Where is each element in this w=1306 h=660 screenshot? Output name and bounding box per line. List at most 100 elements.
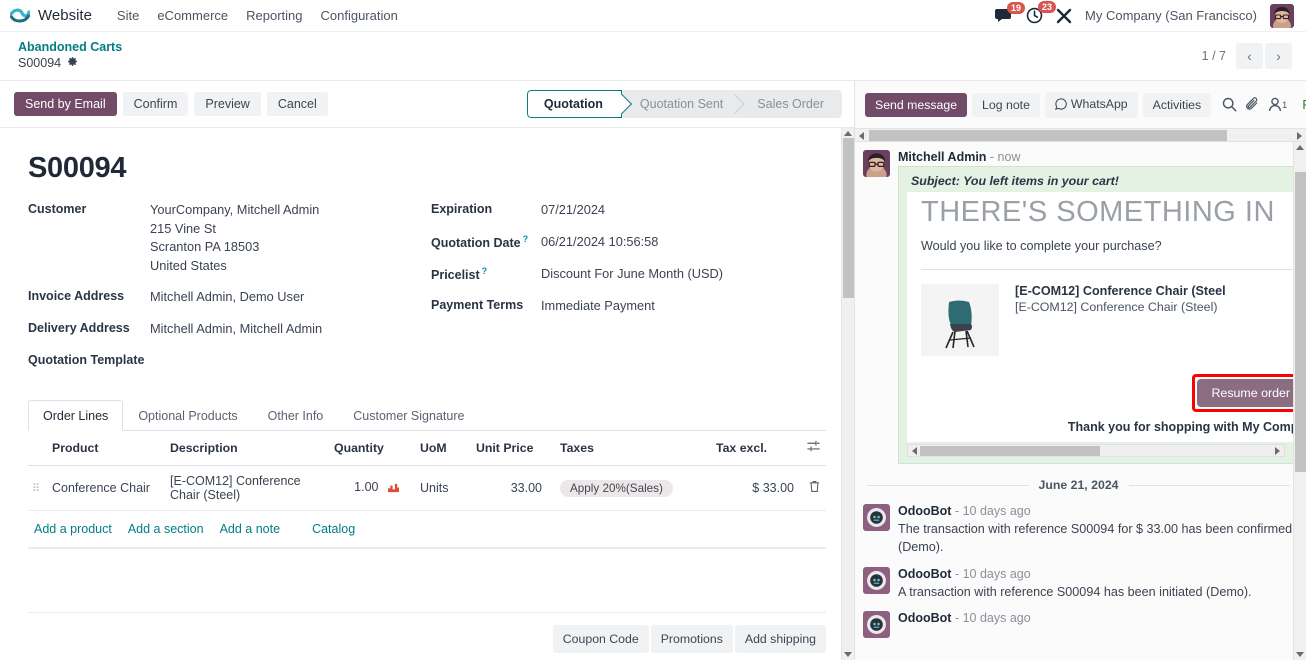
scrollbar-thumb[interactable]: [1295, 172, 1306, 472]
nav-item-ecommerce[interactable]: eCommerce: [148, 4, 237, 27]
tax-badge[interactable]: Apply 20%(Sales): [560, 479, 673, 497]
resume-order-button[interactable]: Resume order: [1197, 379, 1293, 407]
email-inner-scrollbar[interactable]: [907, 444, 1285, 457]
brand-name[interactable]: Website: [38, 7, 92, 24]
whatsapp-button[interactable]: WhatsApp: [1044, 91, 1138, 118]
scroll-left-arrow-icon[interactable]: [912, 447, 917, 455]
add-a-product-link[interactable]: Add a product: [34, 522, 112, 536]
user-avatar[interactable]: [1270, 3, 1294, 28]
forecast-chart-icon[interactable]: [387, 482, 400, 496]
scroll-up-arrow-icon[interactable]: [1296, 145, 1304, 150]
pager-next-button[interactable]: ›: [1265, 43, 1292, 69]
column-unit-price[interactable]: Unit Price: [470, 431, 548, 467]
field-delivery-address: Delivery Address Mitchell Admin, Mitchel…: [28, 320, 427, 339]
search-icon[interactable]: [1222, 97, 1237, 112]
send-by-email-button[interactable]: Send by Email: [14, 92, 117, 116]
cancel-button[interactable]: Cancel: [266, 92, 328, 116]
column-product[interactable]: Product: [46, 431, 164, 467]
help-tooltip-icon[interactable]: ?: [482, 266, 488, 276]
log-note-button[interactable]: Log note: [972, 92, 1040, 117]
message-author[interactable]: OdooBot: [898, 567, 951, 581]
company-selector[interactable]: My Company (San Francisco): [1085, 8, 1257, 23]
avatar[interactable]: [863, 610, 890, 638]
cell-description[interactable]: [E-COM12] Conference Chair (Steel): [164, 465, 328, 512]
message-author[interactable]: Mitchell Admin: [898, 150, 986, 164]
add-a-section-link[interactable]: Add a section: [128, 522, 204, 536]
preview-button[interactable]: Preview: [194, 92, 261, 116]
paperclip-icon[interactable]: [1245, 97, 1260, 112]
pager-previous-button[interactable]: ‹: [1236, 43, 1263, 69]
promotions-button[interactable]: Promotions: [650, 625, 733, 654]
row-drag-handle[interactable]: ⠿: [28, 465, 46, 512]
field-value-payment-terms[interactable]: Immediate Payment: [541, 297, 655, 316]
cell-taxes[interactable]: Apply 20%(Sales): [548, 465, 710, 512]
field-value-quotation-date[interactable]: 06/21/2024 10:56:58: [541, 233, 658, 252]
scroll-right-arrow-icon[interactable]: [1297, 132, 1302, 140]
nav-item-reporting[interactable]: Reporting: [237, 4, 311, 27]
avatar[interactable]: [863, 504, 890, 531]
column-settings-icon[interactable]: [800, 431, 826, 467]
cell-uom[interactable]: Units: [406, 465, 470, 512]
message-author[interactable]: OdooBot: [898, 611, 951, 625]
form-pane-scrollbar[interactable]: [841, 128, 854, 660]
tab-order-lines[interactable]: Order Lines: [28, 400, 124, 432]
trash-icon[interactable]: [809, 481, 820, 496]
table-row[interactable]: ⠿ Conference Chair [E-COM12] Conference …: [28, 465, 826, 512]
tab-customer-signature[interactable]: Customer Signature: [338, 400, 479, 431]
chatter-horizontal-scrollbar[interactable]: [855, 128, 1306, 142]
field-column-left: Customer YourCompany, Mitchell Admin 215…: [28, 201, 427, 384]
message-author[interactable]: OdooBot: [898, 504, 951, 518]
status-step-quotation-sent[interactable]: Quotation Sent: [624, 90, 741, 118]
debug-tools-icon[interactable]: [1056, 8, 1072, 24]
cell-delete[interactable]: [800, 465, 826, 512]
gear-icon[interactable]: [67, 56, 78, 72]
email-hscroll-thumb[interactable]: [920, 446, 1100, 456]
field-value-customer[interactable]: YourCompany, Mitchell Admin 215 Vine St …: [150, 201, 319, 275]
follow-button[interactable]: F: [1302, 98, 1306, 112]
breadcrumb-parent-link[interactable]: Abandoned Carts: [18, 40, 122, 56]
messages-button[interactable]: 19: [995, 1, 1026, 24]
scroll-right-arrow-icon[interactable]: [1275, 447, 1280, 455]
activities-button[interactable]: 23: [1026, 1, 1057, 24]
catalog-link[interactable]: Catalog: [312, 522, 355, 536]
tab-other-info[interactable]: Other Info: [253, 400, 339, 431]
status-step-sales-order[interactable]: Sales Order: [741, 90, 842, 118]
activities-button[interactable]: Activities: [1142, 92, 1212, 117]
field-value-invoice-address[interactable]: Mitchell Admin, Demo User: [150, 288, 304, 307]
nav-item-configuration[interactable]: Configuration: [312, 4, 407, 27]
scroll-left-arrow-icon[interactable]: [859, 132, 864, 140]
scrollbar-thumb[interactable]: [843, 138, 854, 298]
avatar[interactable]: [863, 566, 890, 594]
field-value-expiration[interactable]: 07/21/2024: [541, 201, 605, 220]
scroll-down-arrow-icon[interactable]: [1296, 652, 1304, 657]
status-step-quotation[interactable]: Quotation: [526, 90, 622, 118]
form-sheet: S00094 Customer YourCompany, Mitchell Ad…: [0, 128, 854, 614]
add-a-note-link[interactable]: Add a note: [220, 522, 280, 536]
column-tax-excl[interactable]: Tax excl.: [710, 431, 800, 467]
hscrollbar-thumb[interactable]: [869, 130, 1227, 141]
nav-item-site[interactable]: Site: [108, 4, 148, 27]
field-value-delivery-address[interactable]: Mitchell Admin, Mitchell Admin: [150, 320, 322, 339]
avatar[interactable]: [863, 150, 890, 177]
chatter-vertical-scrollbar[interactable]: [1293, 142, 1306, 660]
cell-product[interactable]: Conference Chair: [46, 465, 164, 512]
tab-optional-products[interactable]: Optional Products: [123, 400, 252, 431]
help-tooltip-icon[interactable]: ?: [523, 234, 529, 244]
column-uom[interactable]: UoM: [406, 431, 470, 467]
cell-quantity[interactable]: 1.00: [328, 465, 406, 512]
scroll-up-arrow-icon[interactable]: [844, 131, 852, 136]
field-value-pricelist[interactable]: Discount For June Month (USD): [541, 265, 723, 284]
activities-badge: 23: [1038, 1, 1057, 13]
add-shipping-button[interactable]: Add shipping: [734, 625, 826, 654]
scroll-down-arrow-icon[interactable]: [844, 652, 852, 657]
coupon-code-button[interactable]: Coupon Code: [552, 625, 649, 654]
field-label-payment-terms: Payment Terms: [431, 298, 524, 312]
column-quantity[interactable]: Quantity: [328, 431, 406, 467]
cell-unit-price[interactable]: 33.00: [470, 465, 548, 512]
drag-handle-icon[interactable]: ⠿: [32, 483, 41, 495]
followers-icon[interactable]: 1: [1268, 97, 1287, 112]
send-message-button[interactable]: Send message: [865, 92, 968, 117]
confirm-button[interactable]: Confirm: [122, 92, 189, 116]
column-description[interactable]: Description: [164, 431, 328, 467]
column-taxes[interactable]: Taxes: [548, 431, 710, 467]
